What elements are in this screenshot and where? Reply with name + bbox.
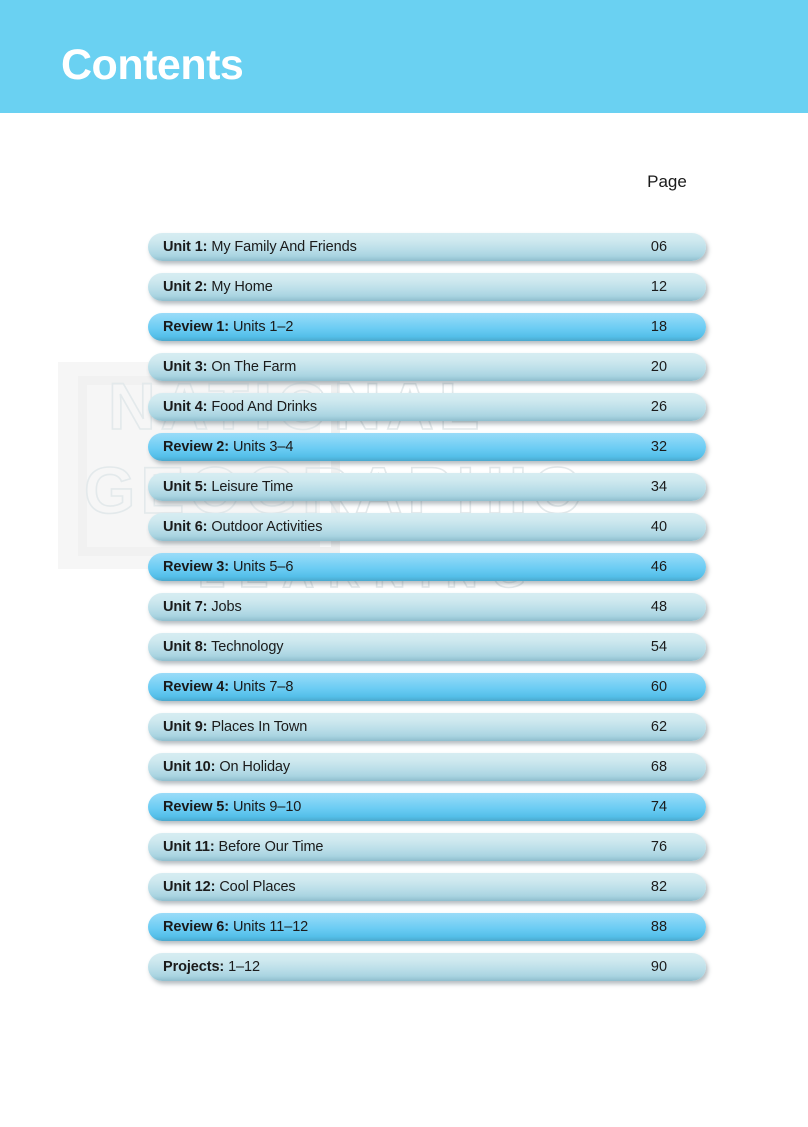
toc-entry-page-number: 60 (650, 679, 668, 695)
toc-entry-title: Units 5–6 (232, 559, 294, 575)
toc-entry-label: Review 6: Units 11–12 (163, 919, 308, 935)
toc-entry-lead: Unit 4: (163, 399, 208, 415)
toc-entry-label: Unit 12: Cool Places (163, 879, 296, 895)
toc-entry-title: Units 3–4 (232, 439, 294, 455)
toc-entry-page-number: 20 (650, 359, 668, 375)
toc-entry-lead: Unit 9: (163, 719, 208, 735)
toc-entry-title: Units 7–8 (232, 679, 294, 695)
toc-entry-title: Units 9–10 (232, 799, 302, 815)
toc-entry-page-number: 40 (650, 519, 668, 535)
toc-entry-title: Cool Places (219, 879, 296, 895)
toc-entry-page-number: 62 (650, 719, 668, 735)
toc-row[interactable]: Projects: 1–12 90 (148, 953, 706, 981)
toc-row[interactable]: Review 1: Units 1–2 18 (148, 313, 706, 341)
toc-entry-label: Review 2: Units 3–4 (163, 439, 293, 455)
toc-row[interactable]: Unit 9: Places In Town 62 (148, 713, 706, 741)
page-title: Contents (61, 41, 244, 89)
toc-entry-label: Projects: 1–12 (163, 959, 260, 975)
toc-row[interactable]: Unit 7: Jobs 48 (148, 593, 706, 621)
toc-entry-lead: Unit 6: (163, 519, 208, 535)
toc-entry-title: 1–12 (228, 959, 260, 975)
toc-entry-label: Unit 5: Leisure Time (163, 479, 293, 495)
toc-entry-label: Review 1: Units 1–2 (163, 319, 293, 335)
toc-entry-title: Before Our Time (218, 839, 324, 855)
toc-row[interactable]: Unit 2: My Home 12 (148, 273, 706, 301)
toc-entry-title: On The Farm (211, 359, 297, 375)
toc-entry-page-number: 68 (650, 759, 668, 775)
toc-entry-title: Units 11–12 (232, 919, 309, 935)
toc-entry-title: Jobs (211, 599, 242, 615)
toc-entry-lead: Review 5: (163, 799, 229, 815)
toc-row[interactable]: Review 5: Units 9–10 74 (148, 793, 706, 821)
toc-row[interactable]: Review 4: Units 7–8 60 (148, 673, 706, 701)
toc-entry-page-number: 12 (650, 279, 668, 295)
toc-entry-title: On Holiday (219, 759, 291, 775)
toc-row[interactable]: Review 6: Units 11–12 88 (148, 913, 706, 941)
toc-entry-title: Units 1–2 (232, 319, 294, 335)
toc-entry-page-number: 06 (650, 239, 668, 255)
toc-entry-title: Places In Town (211, 719, 308, 735)
toc-row[interactable]: Unit 12: Cool Places 82 (148, 873, 706, 901)
toc-entry-lead: Projects: (163, 959, 225, 975)
toc-entry-label: Unit 11: Before Our Time (163, 839, 323, 855)
toc-row[interactable]: Unit 10: On Holiday 68 (148, 753, 706, 781)
toc-row[interactable]: Unit 11: Before Our Time 76 (148, 833, 706, 861)
toc-entry-page-number: 46 (650, 559, 668, 575)
toc-entry-page-number: 82 (650, 879, 668, 895)
toc-entry-page-number: 74 (650, 799, 668, 815)
toc-row[interactable]: Unit 8: Technology 54 (148, 633, 706, 661)
toc-entry-label: Unit 7: Jobs (163, 599, 242, 615)
toc-entry-label: Unit 3: On The Farm (163, 359, 296, 375)
toc-entry-lead: Unit 5: (163, 479, 208, 495)
toc-entry-page-number: 88 (650, 919, 668, 935)
toc-entry-page-number: 76 (650, 839, 668, 855)
toc-entry-label: Review 4: Units 7–8 (163, 679, 293, 695)
toc-entry-page-number: 34 (650, 479, 668, 495)
toc-row[interactable]: Unit 1: My Family And Friends 06 (148, 233, 706, 261)
toc-entry-label: Unit 8: Technology (163, 639, 284, 655)
toc-entry-title: My Home (211, 279, 273, 295)
page-column-header: Page (647, 172, 687, 191)
toc-entry-title: Food And Drinks (211, 399, 318, 415)
toc-entry-title: My Family And Friends (211, 239, 357, 255)
toc-entry-page-number: 54 (650, 639, 668, 655)
toc-entry-label: Unit 6: Outdoor Activities (163, 519, 322, 535)
toc-entry-lead: Unit 7: (163, 599, 208, 615)
toc-row[interactable]: Review 2: Units 3–4 32 (148, 433, 706, 461)
toc-entry-page-number: 90 (650, 959, 668, 975)
toc-row[interactable]: Unit 3: On The Farm 20 (148, 353, 706, 381)
toc-entry-label: Unit 10: On Holiday (163, 759, 290, 775)
toc-row[interactable]: Unit 4: Food And Drinks 26 (148, 393, 706, 421)
toc-entry-page-number: 32 (650, 439, 668, 455)
toc-entry-lead: Unit 12: (163, 879, 216, 895)
table-of-contents-list: Unit 1: My Family And Friends 06 Unit 2: M… (148, 233, 706, 993)
toc-entry-lead: Unit 8: (163, 639, 208, 655)
toc-entry-lead: Unit 2: (163, 279, 208, 295)
toc-entry-page-number: 48 (650, 599, 668, 615)
toc-entry-label: Unit 4: Food And Drinks (163, 399, 317, 415)
toc-entry-label: Unit 9: Places In Town (163, 719, 307, 735)
toc-entry-lead: Unit 1: (163, 239, 208, 255)
page-header-band: Contents (0, 0, 808, 113)
toc-entry-lead: Review 6: (163, 919, 229, 935)
toc-entry-page-number: 26 (650, 399, 668, 415)
toc-entry-lead: Review 1: (163, 319, 229, 335)
toc-entry-title: Leisure Time (211, 479, 294, 495)
toc-entry-label: Review 5: Units 9–10 (163, 799, 301, 815)
toc-entry-lead: Unit 11: (163, 839, 215, 855)
toc-row[interactable]: Unit 6: Outdoor Activities 40 (148, 513, 706, 541)
toc-entry-title: Outdoor Activities (211, 519, 323, 535)
toc-row[interactable]: Unit 5: Leisure Time 34 (148, 473, 706, 501)
toc-entry-lead: Review 4: (163, 679, 229, 695)
toc-row[interactable]: Review 3: Units 5–6 46 (148, 553, 706, 581)
toc-entry-label: Unit 1: My Family And Friends (163, 239, 357, 255)
toc-entry-lead: Unit 3: (163, 359, 208, 375)
toc-entry-label: Review 3: Units 5–6 (163, 559, 293, 575)
toc-entry-lead: Review 2: (163, 439, 229, 455)
toc-entry-lead: Review 3: (163, 559, 229, 575)
toc-entry-label: Unit 2: My Home (163, 279, 273, 295)
toc-entry-page-number: 18 (650, 319, 668, 335)
toc-entry-lead: Unit 10: (163, 759, 216, 775)
toc-entry-title: Technology (211, 639, 284, 655)
